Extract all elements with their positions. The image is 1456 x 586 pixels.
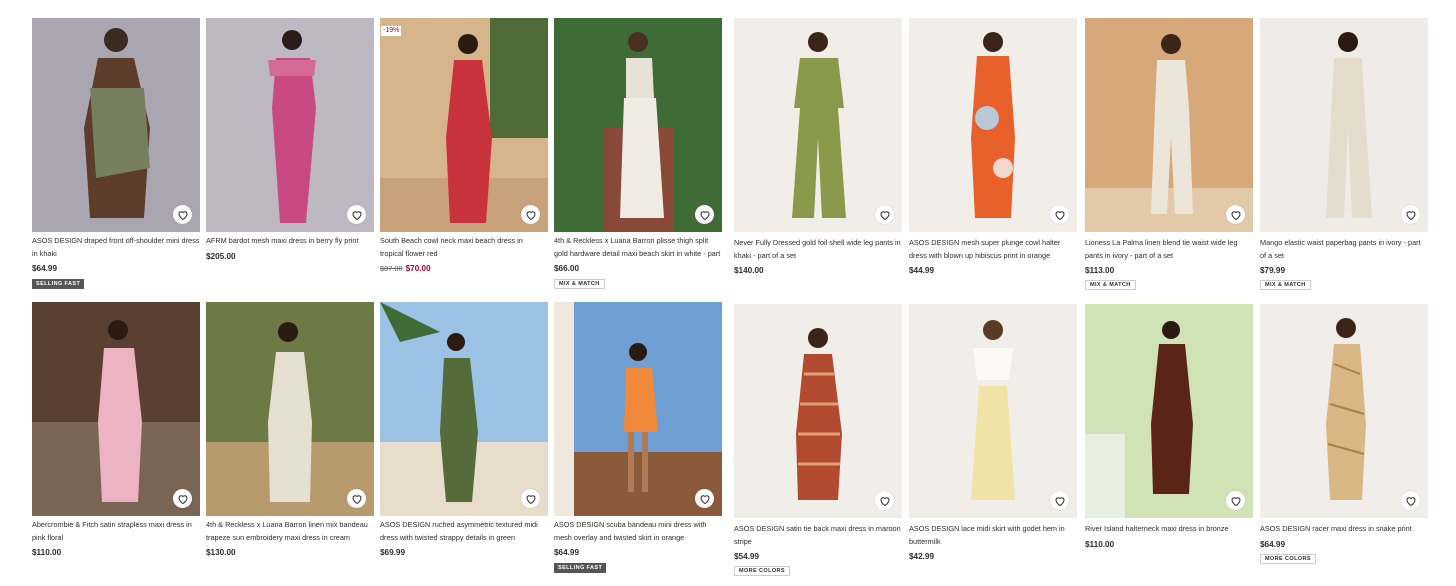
product-image[interactable]	[1260, 18, 1428, 232]
product-price: $87.00 $70.00	[380, 264, 431, 273]
product-image[interactable]: -19%	[380, 18, 548, 232]
original-price: $87.00	[380, 264, 403, 273]
product-price: $54.99	[734, 552, 760, 561]
product-image[interactable]	[206, 302, 374, 516]
product-title[interactable]: ASOS DESIGN scuba bandeau mini dress wit…	[554, 519, 722, 544]
product-title[interactable]: Never Fully Dressed gold foil shell wide…	[734, 237, 902, 262]
product-price: $64.99	[32, 264, 58, 273]
product-title[interactable]: Abercrombie & Fitch satin strapless maxi…	[32, 519, 200, 544]
product-title[interactable]: 4th & Reckless x Luana Barron linen mix …	[206, 519, 374, 544]
wishlist-heart-icon[interactable]	[1401, 491, 1420, 510]
product-price: $79.99	[1260, 266, 1286, 275]
product-title[interactable]: 4th & Reckless x Luana Barron plisse thi…	[554, 235, 722, 260]
wishlist-heart-icon[interactable]	[1226, 491, 1245, 510]
product-title[interactable]: AFRM bardot mesh maxi dress in berry fly…	[206, 235, 374, 248]
more-colors-badge[interactable]: MORE COLORS	[734, 566, 790, 576]
product-image[interactable]	[909, 18, 1077, 232]
product-image[interactable]	[1085, 304, 1253, 518]
product-title[interactable]: ASOS DESIGN ruched asymmetric textured m…	[380, 519, 548, 544]
product-image[interactable]	[734, 18, 902, 232]
discount-badge: -19%	[381, 26, 402, 36]
product-price: $130.00	[206, 548, 236, 557]
wishlist-heart-icon[interactable]	[173, 205, 192, 224]
product-price: $64.99	[1260, 540, 1286, 549]
product-price: $113.00	[1085, 266, 1115, 275]
mix-match-badge[interactable]: MIX & MATCH	[1085, 280, 1136, 290]
product-price: $66.00	[554, 264, 580, 273]
selling-fast-badge: SELLING FAST	[32, 279, 85, 289]
wishlist-heart-icon[interactable]	[875, 491, 894, 510]
selling-fast-badge: SELLING FAST	[554, 563, 607, 573]
wishlist-heart-icon[interactable]	[695, 489, 714, 508]
more-colors-badge[interactable]: MORE COLORS	[1260, 554, 1316, 564]
wishlist-heart-icon[interactable]	[1050, 491, 1069, 510]
product-title[interactable]: South Beach cowl neck maxi beach dress i…	[380, 235, 548, 260]
sale-price: $70.00	[405, 264, 431, 273]
product-image[interactable]	[1260, 304, 1428, 518]
product-title[interactable]: Lioness La Palma linen blend tie waist w…	[1085, 237, 1253, 262]
product-price: $110.00	[1085, 540, 1115, 549]
wishlist-heart-icon[interactable]	[173, 489, 192, 508]
product-title[interactable]: ASOS DESIGN mesh super plunge cowl halte…	[909, 237, 1077, 262]
product-price: $64.99	[554, 548, 580, 557]
product-image[interactable]	[380, 302, 548, 516]
product-price: $205.00	[206, 252, 236, 261]
product-image[interactable]	[909, 304, 1077, 518]
product-image[interactable]	[206, 18, 374, 232]
product-image[interactable]	[32, 302, 200, 516]
wishlist-heart-icon[interactable]	[875, 205, 894, 224]
product-price: $69.99	[380, 548, 406, 557]
product-price: $140.00	[734, 266, 764, 275]
mix-match-badge[interactable]: MIX & MATCH	[554, 279, 605, 289]
wishlist-heart-icon[interactable]	[521, 205, 540, 224]
product-title[interactable]: ASOS DESIGN lace midi skirt with godet h…	[909, 523, 1077, 548]
product-image[interactable]	[734, 304, 902, 518]
product-title[interactable]: Mango elastic waist paperbag pants in iv…	[1260, 237, 1428, 262]
product-price: $42.99	[909, 552, 935, 561]
product-title[interactable]: River Island halterneck maxi dress in br…	[1085, 523, 1253, 536]
wishlist-heart-icon[interactable]	[1226, 205, 1245, 224]
wishlist-heart-icon[interactable]	[695, 205, 714, 224]
product-image[interactable]	[554, 18, 722, 232]
wishlist-heart-icon[interactable]	[1401, 205, 1420, 224]
product-title[interactable]: ASOS DESIGN racer maxi dress in snake pr…	[1260, 523, 1428, 536]
product-title[interactable]: ASOS DESIGN satin tie back maxi dress in…	[734, 523, 902, 548]
product-price: $110.00	[32, 548, 62, 557]
product-image[interactable]	[1085, 18, 1253, 232]
product-image[interactable]	[554, 302, 722, 516]
mix-match-badge[interactable]: MIX & MATCH	[1260, 280, 1311, 290]
product-title[interactable]: ASOS DESIGN draped front off-shoulder mi…	[32, 235, 200, 260]
product-price: $44.99	[909, 266, 935, 275]
wishlist-heart-icon[interactable]	[347, 489, 366, 508]
product-image[interactable]	[32, 18, 200, 232]
product-grid: ASOS DESIGN draped front off-shoulder mi…	[0, 0, 1456, 586]
wishlist-heart-icon[interactable]	[347, 205, 366, 224]
wishlist-heart-icon[interactable]	[521, 489, 540, 508]
wishlist-heart-icon[interactable]	[1050, 205, 1069, 224]
